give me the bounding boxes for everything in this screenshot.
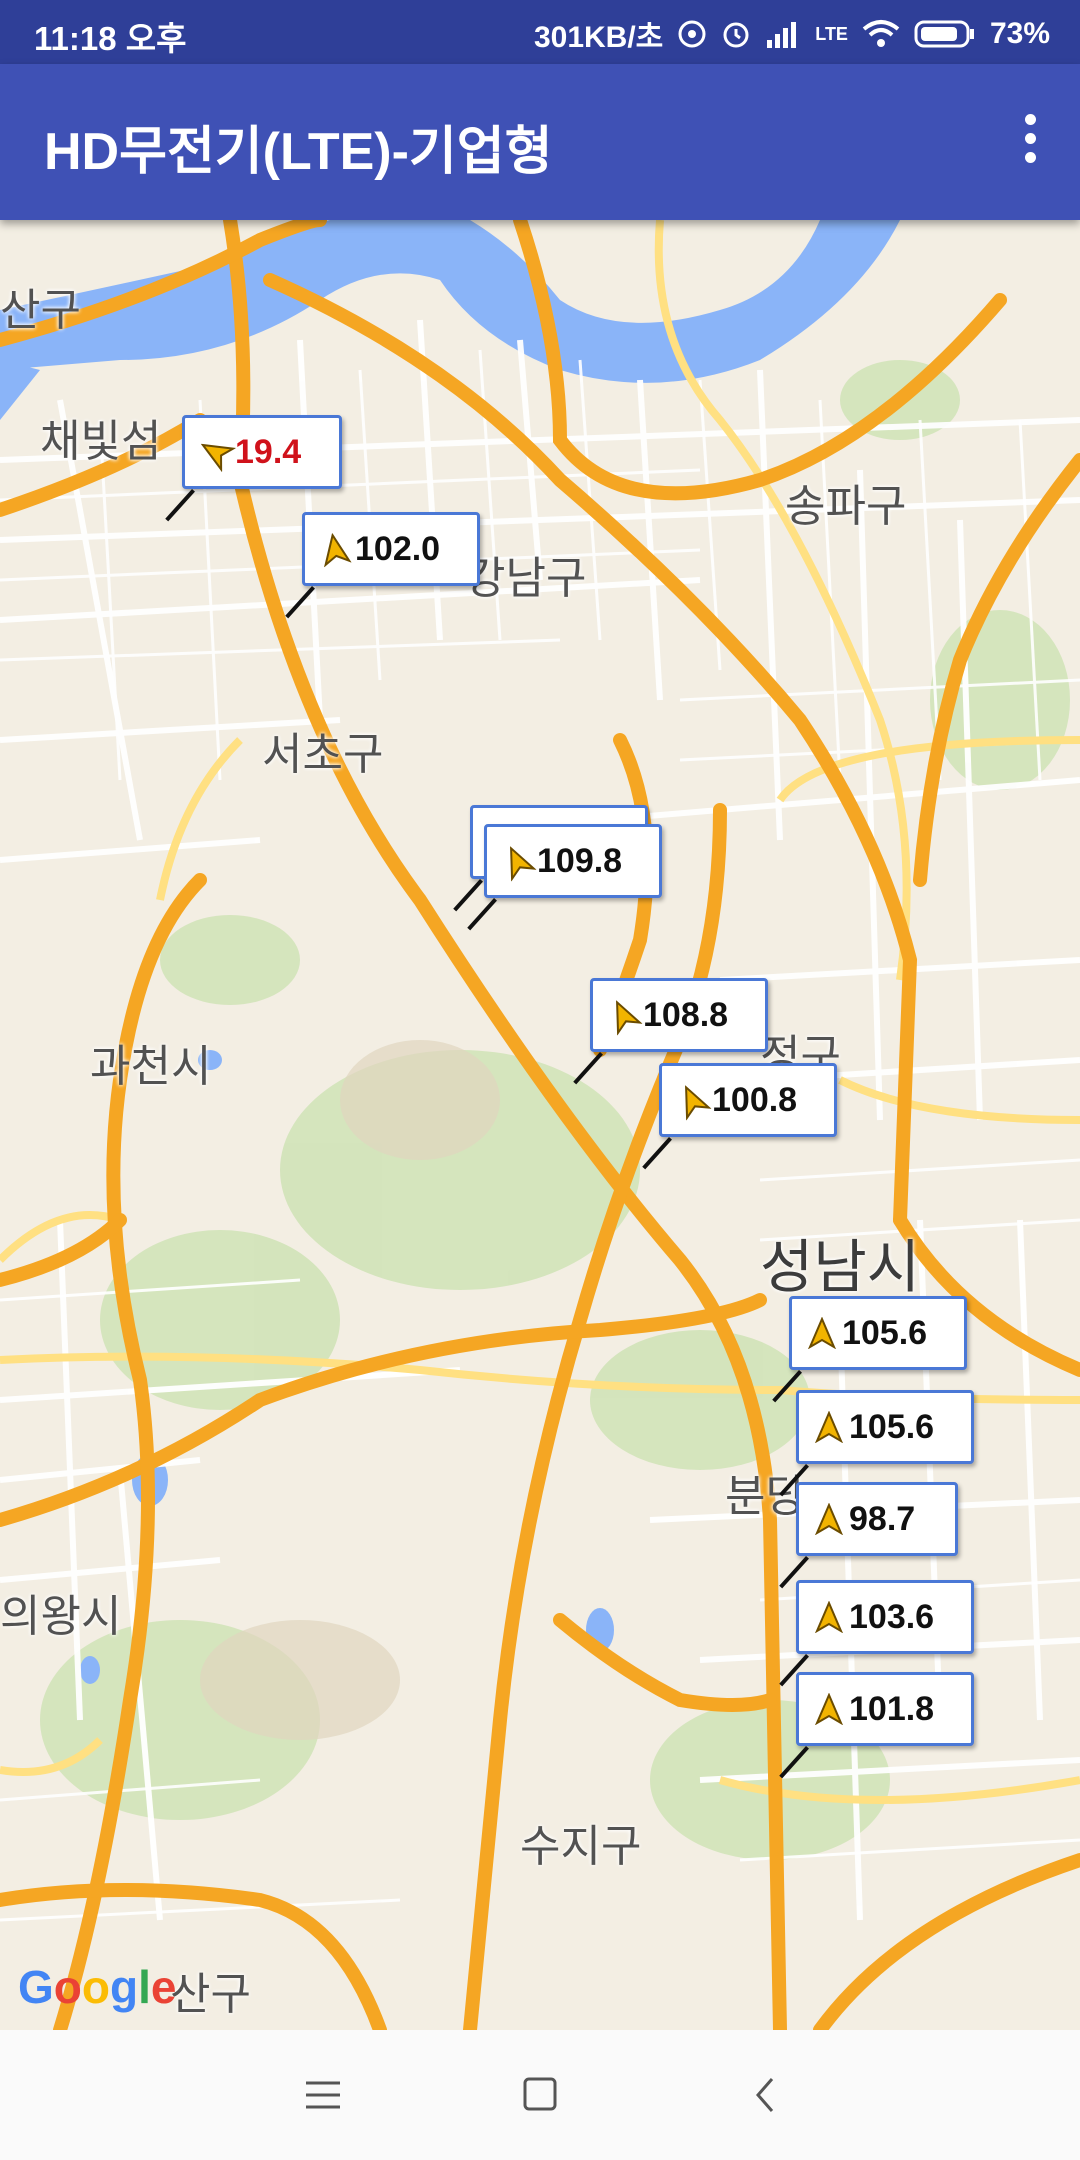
wifi-icon [862,20,900,47]
speed-value: 19.4 [235,432,302,471]
status-time: 11:18 오후 [34,20,187,57]
menu-icon[interactable] [298,2075,348,2115]
heading-arrow-icon [323,532,352,568]
heading-arrow-icon [815,1693,843,1725]
battery-level: 73% [989,17,1050,50]
place-label: 강남구 [465,554,587,603]
home-square-icon[interactable] [515,2075,565,2115]
heading-arrow-icon [510,846,537,882]
heading-arrow-icon [815,1411,843,1443]
app-bar: HD무전기(LTE)-기업형 [0,64,1080,220]
place-label: 과천시 [90,1042,212,1091]
map-base [0,220,1080,2030]
hotspot-icon [678,20,706,48]
heading-arrow-icon [815,1503,843,1535]
signal-icon [767,22,797,48]
speed-value: 105.6 [842,1313,928,1352]
place-label: 서초구 [262,730,384,779]
heading-arrow-icon [685,1085,712,1121]
alarm-icon [723,22,749,48]
speed-value: 108.8 [643,995,729,1034]
google-logo: Google [18,1961,177,2013]
place-label: 산구 [0,286,81,335]
place-label: 산구 [170,1970,251,2019]
system-nav-bar [0,2030,1080,2160]
speed-value: 102.0 [355,529,441,568]
more-vert-icon[interactable] [1010,109,1050,175]
speed-value: 101.8 [849,1689,935,1728]
network-speed: 301KB/초 [533,21,664,54]
battery-icon [914,20,974,48]
heading-arrow-icon [815,1601,843,1633]
speed-value: 103.6 [849,1597,935,1636]
place-label: 수지구 [520,1822,642,1871]
map-view[interactable]: 채빛섬 강남구 송파구 서초구 과천시 정구 성남시 분당 의왕시 수지구 산구… [0,220,1080,2030]
network-type: LTE [815,23,848,44]
heading-arrow-icon [200,443,237,473]
speed-value: 109.8 [537,841,623,880]
speed-value: 100.8 [712,1080,798,1119]
status-right: 301KB/초 LTE 73% [534,12,1050,56]
place-label: 분당 [725,1472,806,1521]
back-chevron-icon[interactable] [742,2075,792,2115]
place-label: 성남시 [760,1235,921,1300]
app-title: HD무전기(LTE)-기업형 [44,123,553,181]
place-label: 채빛섬 [40,417,162,466]
place-label: 송파구 [785,482,907,531]
heading-arrow-icon [808,1317,836,1349]
place-label: 의왕시 [0,1592,122,1641]
speed-value: 105.6 [849,1407,935,1446]
speed-value: 98.7 [849,1499,916,1538]
heading-arrow-icon [616,1000,643,1036]
status-bar: 11:18 오후 301KB/초 LTE 73% [0,0,1080,64]
